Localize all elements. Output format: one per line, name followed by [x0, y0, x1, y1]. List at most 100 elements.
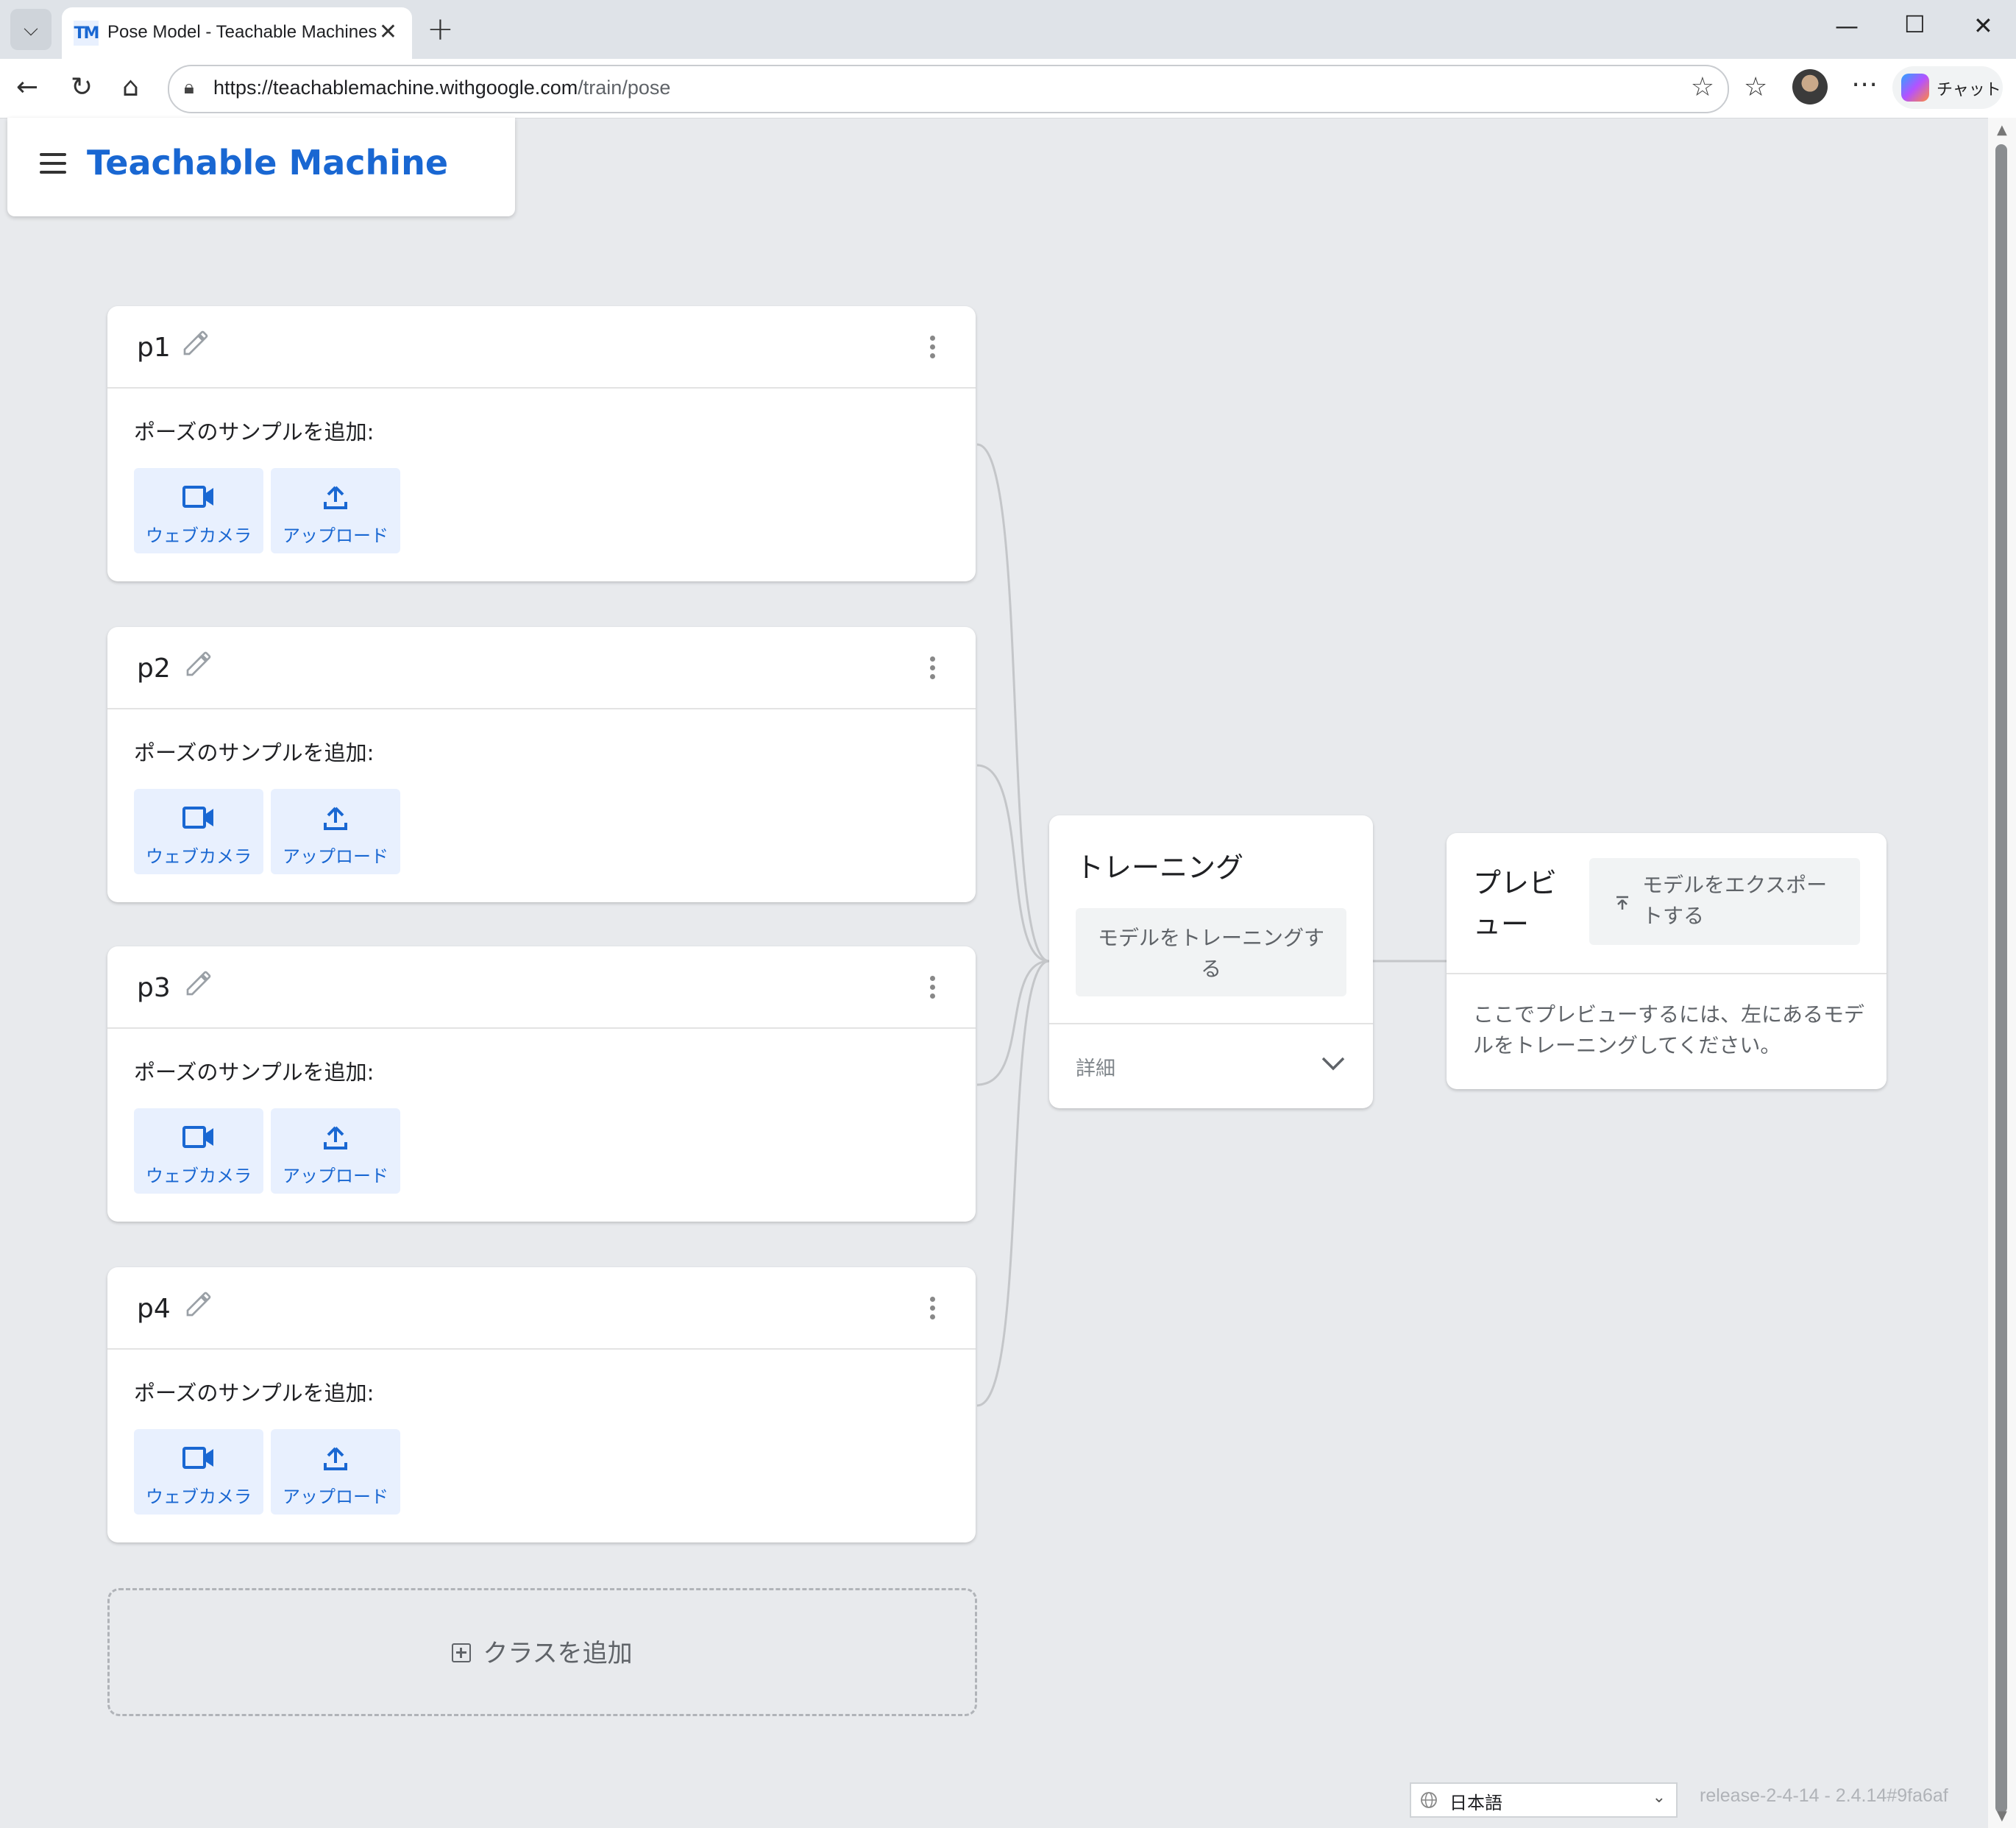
- close-window-icon[interactable]: ✕: [1973, 12, 1993, 40]
- reload-icon[interactable]: ↻: [71, 72, 93, 102]
- class-name[interactable]: p4: [137, 1294, 171, 1324]
- browser-tab-bar: ⌵ TM Pose Model - Teachable Machines ✕ +…: [0, 0, 2016, 59]
- close-tab-icon[interactable]: ✕: [379, 19, 397, 45]
- address-bar[interactable]: 🔒︎ https://teachablemachine.withgoogle.c…: [168, 65, 1729, 113]
- edit-pencil-icon[interactable]: [184, 1289, 213, 1319]
- webcam-button[interactable]: ウェブカメラ: [134, 468, 263, 553]
- language-label: 日本語: [1449, 1793, 1502, 1813]
- class-card-header: p4: [107, 1267, 976, 1350]
- export-icon: [1616, 896, 1628, 910]
- preview-title: プレビュー: [1473, 867, 1558, 940]
- copilot-button[interactable]: チャット: [1892, 66, 2003, 109]
- webcam-label: ウェブカメラ: [146, 1166, 252, 1186]
- chevron-down-icon: ⌄: [1652, 1788, 1666, 1807]
- videocam-icon: [182, 1126, 213, 1148]
- sample-label: ポーズのサンプルを追加:: [134, 419, 375, 444]
- class-card-p4: p4 ポーズのサンプルを追加: ウェブカメラ アップロード: [107, 1267, 976, 1542]
- upload-icon: [324, 807, 347, 830]
- favorites-icon[interactable]: ☆: [1744, 72, 1767, 102]
- hamburger-menu-icon[interactable]: [40, 153, 66, 174]
- more-vert-icon[interactable]: [930, 656, 936, 683]
- more-vert-icon[interactable]: [930, 976, 936, 1002]
- webcam-label: ウェブカメラ: [146, 846, 252, 867]
- upload-label: アップロード: [283, 846, 388, 867]
- sample-label: ポーズのサンプルを追加:: [134, 1060, 375, 1085]
- videocam-icon: [182, 807, 213, 829]
- webcam-button[interactable]: ウェブカメラ: [134, 1429, 263, 1515]
- preview-card: プレビュー モデルをエクスポートする ここでプレビューするには、左にあるモデルを…: [1447, 833, 1887, 1089]
- class-name[interactable]: p3: [137, 973, 171, 1003]
- upload-icon: [324, 486, 347, 509]
- avatar[interactable]: [1792, 69, 1828, 104]
- training-card: トレーニング モデルをトレーニングする 詳細: [1049, 815, 1373, 1108]
- upload-icon: [324, 1447, 347, 1470]
- sample-label: ポーズのサンプルを追加:: [134, 1381, 375, 1406]
- scroll-thumb[interactable]: [1995, 144, 2007, 1813]
- edit-pencil-icon[interactable]: [184, 649, 213, 679]
- back-icon[interactable]: ←: [16, 72, 38, 102]
- edit-pencil-icon[interactable]: [181, 328, 210, 358]
- upload-button[interactable]: アップロード: [271, 1429, 400, 1515]
- tab-title: Pose Model - Teachable Machines: [107, 22, 377, 42]
- videocam-icon: [182, 1447, 213, 1469]
- scroll-down-icon[interactable]: ▼: [1997, 1808, 2007, 1824]
- edit-pencil-icon[interactable]: [184, 968, 213, 998]
- more-options-icon[interactable]: ⋯: [1851, 69, 1878, 99]
- page-title[interactable]: Teachable Machine: [87, 143, 448, 183]
- upload-label: アップロード: [283, 1487, 388, 1507]
- preview-message: ここでプレビューするには、左にあるモデルをトレーニングしてください。: [1473, 1002, 1865, 1058]
- export-model-button[interactable]: モデルをエクスポートする: [1589, 858, 1860, 945]
- webcam-button[interactable]: ウェブカメラ: [134, 1108, 263, 1194]
- lock-icon[interactable]: 🔒︎: [184, 77, 194, 99]
- train-model-button[interactable]: モデルをトレーニングする: [1076, 908, 1346, 996]
- add-box-icon: [452, 1643, 472, 1662]
- page-content: Teachable Machine p1 ポーズのサンプルを追加: ウェブカメラ…: [0, 118, 2016, 1828]
- training-title: トレーニング: [1076, 851, 1244, 884]
- maximize-icon[interactable]: ☐: [1904, 10, 1926, 38]
- chevron-down-icon[interactable]: [1320, 1052, 1346, 1074]
- divider: [1049, 1023, 1373, 1024]
- upload-label: アップロード: [283, 1166, 388, 1186]
- scrollbar[interactable]: ▲ ▼: [1988, 118, 2016, 1828]
- class-card-header: p1: [107, 306, 976, 389]
- add-class-label: クラスを追加: [483, 1639, 633, 1668]
- more-vert-icon[interactable]: [930, 336, 936, 362]
- upload-icon: [324, 1126, 347, 1149]
- divider: [1447, 973, 1887, 974]
- version-text: release-2-4-14 - 2.4.14#9fa6af: [1700, 1785, 1948, 1806]
- copilot-icon: [1901, 74, 1929, 102]
- videocam-icon: [182, 486, 213, 508]
- class-card-p3: p3 ポーズのサンプルを追加: ウェブカメラ アップロード: [107, 946, 976, 1222]
- class-card-p2: p2 ポーズのサンプルを追加: ウェブカメラ アップロード: [107, 627, 976, 902]
- minimize-icon[interactable]: —: [1835, 12, 1859, 40]
- new-tab-button[interactable]: +: [427, 10, 454, 48]
- webcam-button[interactable]: ウェブカメラ: [134, 789, 263, 874]
- app-header: Teachable Machine: [7, 118, 515, 216]
- class-card-p1: p1 ポーズのサンプルを追加: ウェブカメラ アップロード: [107, 306, 976, 581]
- advanced-label[interactable]: 詳細: [1076, 1052, 1115, 1081]
- language-select[interactable]: 日本語 ⌄: [1410, 1782, 1678, 1818]
- add-class-button[interactable]: クラスを追加: [107, 1588, 977, 1716]
- class-card-header: p2: [107, 627, 976, 709]
- browser-toolbar: ← ↻ ⌂ 🔒︎ https://teachablemachine.withgo…: [0, 59, 2016, 118]
- sample-label: ポーズのサンプルを追加:: [134, 740, 375, 765]
- upload-button[interactable]: アップロード: [271, 468, 400, 553]
- upload-button[interactable]: アップロード: [271, 1108, 400, 1194]
- globe-icon: [1421, 1792, 1437, 1808]
- favicon-icon: TM: [74, 21, 99, 46]
- favorite-star-icon[interactable]: ☆: [1691, 72, 1714, 102]
- tab-list-button[interactable]: ⌵: [10, 9, 52, 50]
- webcam-label: ウェブカメラ: [146, 1487, 252, 1507]
- class-name[interactable]: p1: [137, 333, 171, 363]
- class-name[interactable]: p2: [137, 653, 171, 684]
- url-text: https://teachablemachine.withgoogle.com/…: [213, 77, 671, 99]
- browser-tab[interactable]: TM Pose Model - Teachable Machines ✕: [62, 7, 412, 59]
- upload-button[interactable]: アップロード: [271, 789, 400, 874]
- webcam-label: ウェブカメラ: [146, 525, 252, 546]
- scroll-up-icon[interactable]: ▲: [1997, 122, 2007, 138]
- copilot-label: チャット: [1937, 81, 2001, 99]
- home-icon[interactable]: ⌂: [122, 72, 139, 102]
- class-card-header: p3: [107, 946, 976, 1029]
- chevron-down-icon: ⌵: [24, 18, 38, 40]
- more-vert-icon[interactable]: [930, 1297, 936, 1323]
